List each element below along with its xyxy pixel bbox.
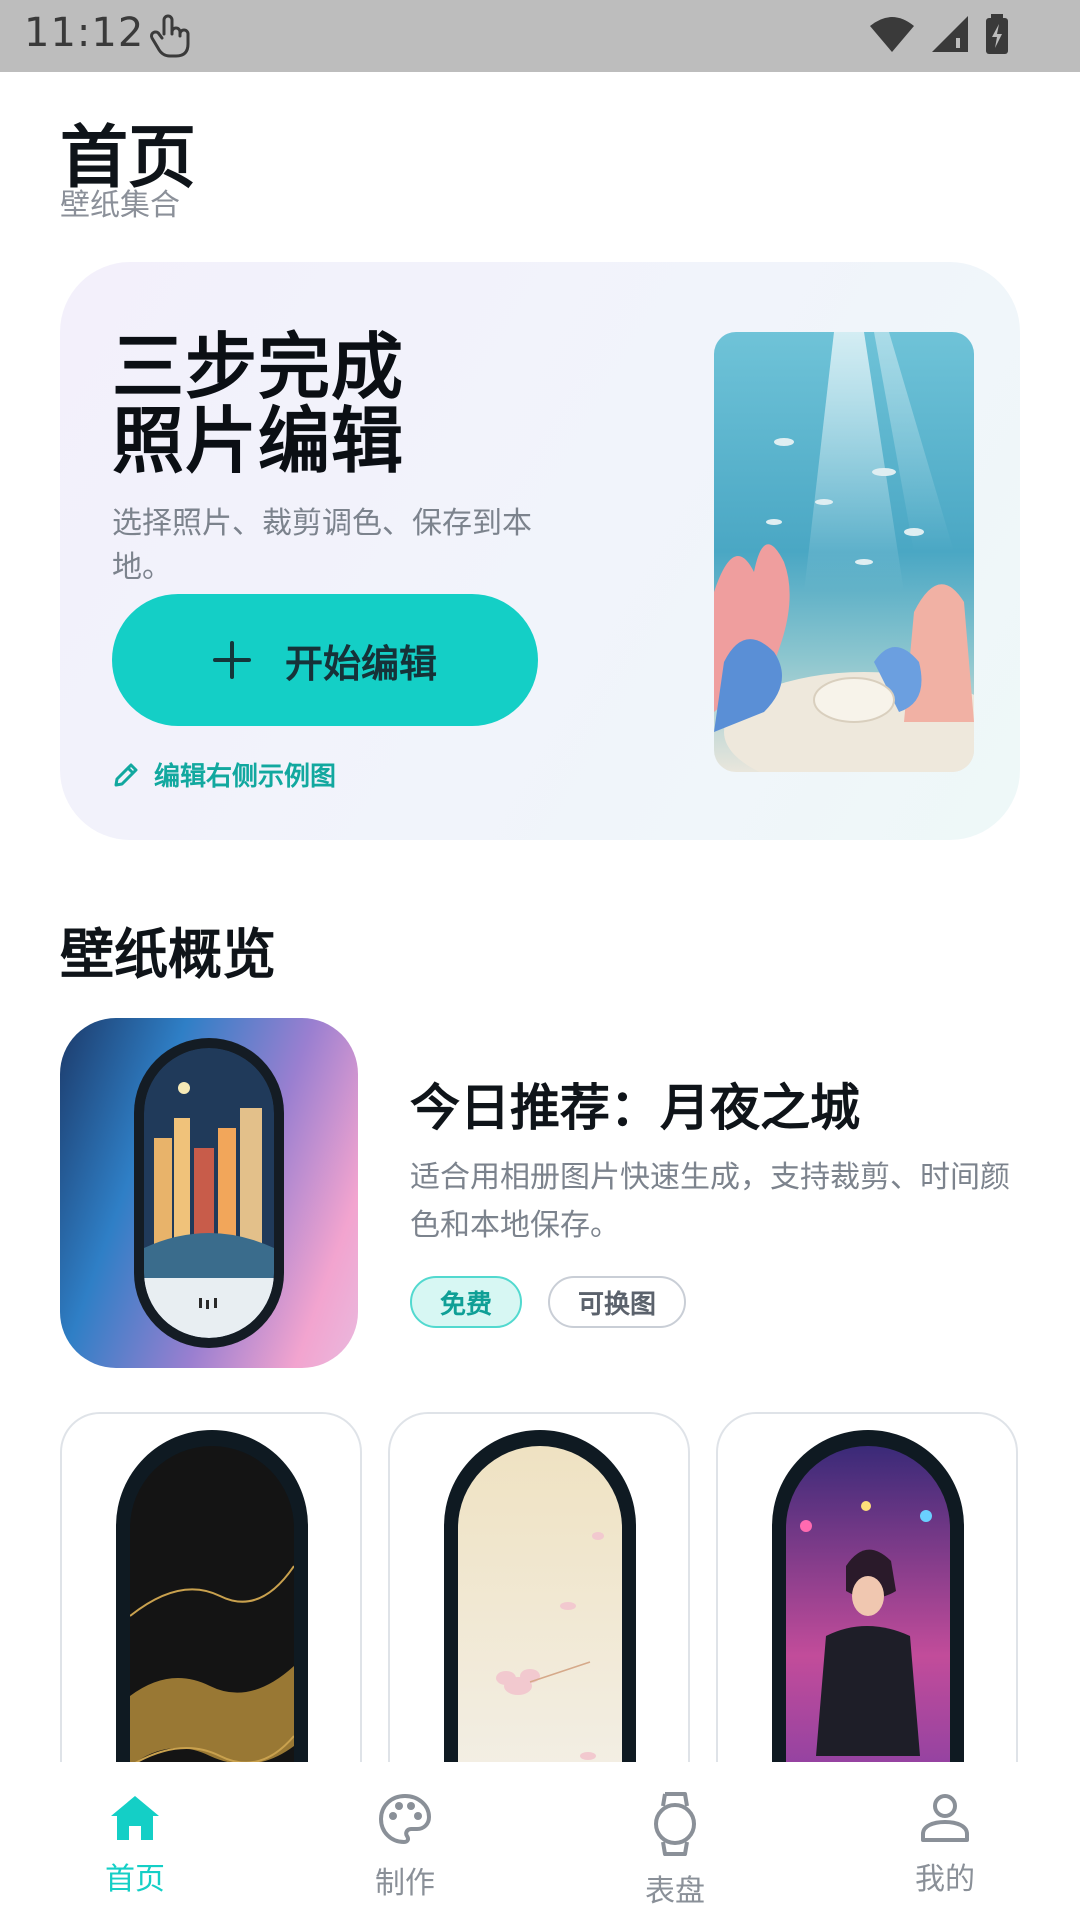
sakura-wallpaper xyxy=(458,1446,622,1762)
rock-singer-wallpaper xyxy=(786,1446,950,1762)
tab-home[interactable]: 首页 xyxy=(55,1792,215,1898)
hero-title-line2: 照片编辑 xyxy=(112,399,405,483)
wallpaper-card[interactable] xyxy=(388,1412,690,1762)
hero-card: 三步完成 照片编辑 选择照片、裁剪调色、保存到本地。 开始编辑 编辑右侧示例图 xyxy=(60,262,1020,840)
edit-sample-link[interactable]: 编辑右侧示例图 xyxy=(112,756,336,793)
hero-title-line1: 三步完成 xyxy=(112,325,405,409)
tab-create-label: 制作 xyxy=(375,1866,435,1901)
status-bar: 11:12 xyxy=(0,0,1080,72)
wifi-icon xyxy=(870,17,914,52)
tab-watchface[interactable]: 表盘 xyxy=(595,1792,755,1910)
underwater-coral-image xyxy=(714,332,974,772)
featured-wallpaper-image[interactable] xyxy=(60,1018,358,1368)
black-gold-wallpaper xyxy=(130,1446,294,1762)
hero-sample-image[interactable] xyxy=(714,332,974,772)
phone-frame xyxy=(116,1430,308,1762)
featured-title: 今日推荐：月夜之城 xyxy=(410,1079,860,1137)
phone-frame xyxy=(772,1430,964,1762)
start-edit-label: 开始编辑 xyxy=(284,641,437,686)
edit-sample-label: 编辑右侧示例图 xyxy=(154,762,337,792)
tab-profile[interactable]: 我的 xyxy=(865,1792,1025,1898)
battery-icon xyxy=(986,14,1008,54)
start-edit-button[interactable]: 开始编辑 xyxy=(112,594,538,726)
tab-create[interactable]: 制作 xyxy=(325,1792,485,1902)
touch-icon xyxy=(150,14,190,58)
user-icon xyxy=(921,1794,969,1842)
hero-description: 选择照片、裁剪调色、保存到本地。 xyxy=(112,506,532,585)
featured-tags: 免费 可换图 xyxy=(410,1276,687,1328)
status-icons xyxy=(868,14,1010,54)
home-page: 首页 壁纸集合 三步完成 照片编辑 选择照片、裁剪调色、保存到本地。 开始编辑 … xyxy=(0,72,1080,1762)
page-subtitle: 壁纸集合 xyxy=(60,188,180,223)
phone-frame xyxy=(134,1038,284,1348)
palette-icon xyxy=(378,1793,432,1845)
signal-icon xyxy=(932,16,968,52)
wallpaper-card[interactable] xyxy=(716,1412,1018,1762)
home-icon xyxy=(111,1796,159,1840)
section-title: 壁纸概览 xyxy=(60,923,276,986)
watch-icon xyxy=(654,1792,696,1856)
status-time: 11:12 xyxy=(24,10,145,56)
wallpaper-grid xyxy=(60,1412,1020,1762)
tag-free: 免费 xyxy=(410,1276,523,1328)
wallpaper-card[interactable] xyxy=(60,1412,362,1762)
tab-watchface-label: 表盘 xyxy=(645,1874,705,1909)
hero-title: 三步完成 照片编辑 xyxy=(112,330,404,478)
moon-city-image xyxy=(144,1048,274,1338)
plus-icon xyxy=(212,641,251,679)
featured-description: 适合用相册图片快速生成，支持裁剪、时间颜色和本地保存。 xyxy=(410,1160,1010,1243)
phone-frame xyxy=(444,1430,636,1762)
tag-replaceable: 可换图 xyxy=(548,1276,687,1328)
bottom-tab-bar: 首页 制作 表盘 我的 xyxy=(0,1762,1080,1920)
tab-home-label: 首页 xyxy=(105,1862,165,1897)
pencil-icon xyxy=(114,763,138,786)
tab-profile-label: 我的 xyxy=(915,1862,975,1897)
